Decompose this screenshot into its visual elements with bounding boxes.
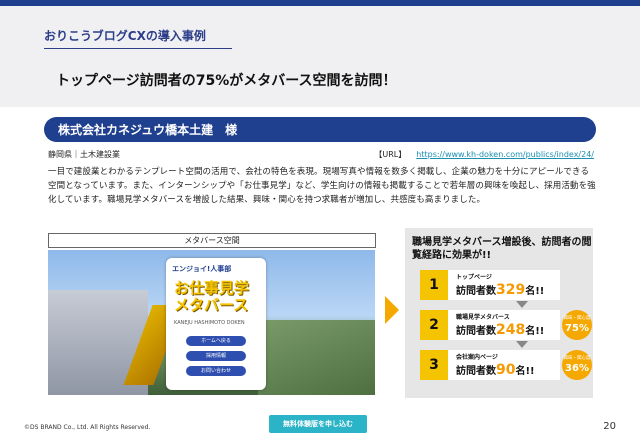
card-subtitle: KANEJU HASHIMOTO DOKEN	[174, 320, 245, 326]
metaverse-screenshot: エンジョイ!人事部 お仕事見学メタバース KANEJU HASHIMOTO DO…	[48, 250, 375, 395]
row-label: 会社案内ページ	[456, 354, 498, 361]
row-number: 1	[420, 270, 448, 300]
company-banner: 株式会社カネジュウ橋本土建 様	[44, 117, 596, 142]
row-prefix: 訪問者数	[456, 326, 496, 337]
card-title: お仕事見学メタバース	[174, 279, 250, 314]
badge-value: 75%	[565, 323, 589, 334]
down-arrow-icon	[516, 341, 528, 348]
row-number-value: 90	[496, 362, 516, 378]
badge-value: 36%	[565, 363, 589, 374]
url-label: 【URL】	[374, 150, 407, 159]
company-url-link[interactable]: https://www.kh-doken.com/publics/index/2…	[416, 150, 594, 159]
badge-label: 興味・関心度	[563, 316, 591, 321]
badge-label: 興味・関心度	[563, 356, 591, 361]
case-description: 一目で建設業とわかるテンプレート空間の活用で、会社の特色を表現。現場写真や情報を…	[48, 167, 596, 205]
row-suffix: 名!!	[515, 366, 535, 377]
row-label: トップページ	[456, 274, 492, 281]
company-name: 株式会社カネジュウ橋本土建 様	[58, 123, 238, 137]
company-location: 静岡県｜土木建設業	[48, 150, 120, 159]
company-url-row: 【URL】 https://www.kh-doken.com/publics/in…	[374, 149, 594, 160]
row-number: 3	[420, 350, 448, 380]
arrow-right-icon	[385, 296, 399, 324]
row-suffix: 名!!	[525, 326, 545, 337]
interest-badge: 興味・関心度 36%	[562, 350, 592, 380]
results-title: 職場見学メタバース増設後、訪問者の閲覧経路に効果が!!	[412, 237, 592, 261]
row-number: 2	[420, 310, 448, 340]
card-contact-button[interactable]: お問い合わせ	[186, 366, 246, 376]
row-label: 職場見学メタバース	[456, 314, 510, 321]
row-prefix: 訪問者数	[456, 286, 496, 297]
row-value: 訪問者数90名!!	[456, 362, 535, 378]
row-number-value: 248	[496, 322, 526, 338]
card-recruit-button[interactable]: 採用情報	[186, 351, 246, 361]
metaverse-card: エンジョイ!人事部 お仕事見学メタバース KANEJU HASHIMOTO DO…	[166, 258, 266, 390]
down-arrow-icon	[516, 301, 528, 308]
card-top-label: エンジョイ!人事部	[172, 265, 232, 273]
row-prefix: 訪問者数	[456, 366, 496, 377]
copyright: ©DS BRAND Co., Ltd. All Rights Reserved.	[24, 424, 151, 431]
result-row: 1 トップページ 訪問者数329名!!	[420, 270, 560, 300]
result-row: 2 職場見学メタバース 訪問者数248名!!	[420, 310, 560, 340]
section-title: おりこうブログCXの導入事例	[44, 29, 206, 43]
row-number-value: 329	[496, 282, 526, 298]
row-value: 訪問者数329名!!	[456, 282, 544, 298]
page-number: 20	[603, 421, 616, 432]
image-label: メタバース空間	[48, 233, 376, 248]
hero-area: おりこうブログCXの導入事例 トップページ訪問者の75%がメタバース空間を訪問！	[0, 6, 640, 107]
row-suffix: 名!!	[525, 286, 545, 297]
landscape-image	[258, 320, 375, 395]
interest-badge: 興味・関心度 75%	[562, 310, 592, 340]
headline: トップページ訪問者の75%がメタバース空間を訪問！	[56, 73, 397, 89]
row-value: 訪問者数248名!!	[456, 322, 544, 338]
free-trial-button[interactable]: 無料体験版を申し込む	[269, 415, 367, 433]
section-underline	[44, 48, 232, 49]
card-home-button[interactable]: ホームへ戻る	[186, 336, 246, 346]
result-row: 3 会社案内ページ 訪問者数90名!!	[420, 350, 560, 380]
